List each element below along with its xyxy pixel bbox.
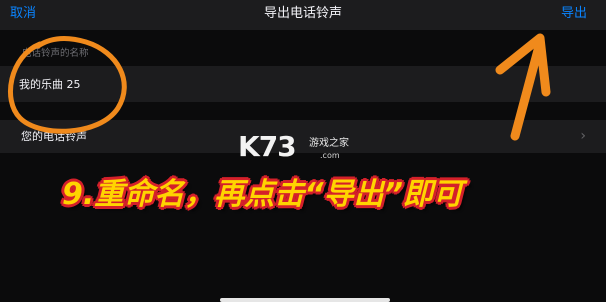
export-button[interactable]: 导出 bbox=[561, 6, 587, 22]
chevron-right-icon: › bbox=[580, 128, 586, 144]
instruction-caption: 9.重命名，再点击“导出”即可 bbox=[62, 177, 463, 212]
section-header: 电话铃声的名称 bbox=[22, 48, 89, 59]
page-title: 导出电话铃声 bbox=[263, 6, 342, 21]
watermark-domain: .com bbox=[320, 151, 340, 160]
your-ringtones-row[interactable]: 您的电话铃声 › bbox=[0, 120, 606, 153]
ringtone-name-field[interactable]: 我的乐曲 25 bbox=[0, 66, 606, 102]
navigation-bar: 取消 导出电话铃声 导出 bbox=[0, 0, 606, 30]
your-ringtones-label: 您的电话铃声 bbox=[21, 130, 87, 143]
ringtone-name-value[interactable]: 我的乐曲 25 bbox=[19, 78, 81, 92]
home-indicator[interactable] bbox=[220, 298, 390, 302]
content-area: 电话铃声的名称 我的乐曲 25 您的电话铃声 › bbox=[0, 30, 606, 302]
watermark-logo: K73 bbox=[238, 130, 297, 163]
watermark-site-name: 游戏之家 bbox=[309, 138, 349, 149]
